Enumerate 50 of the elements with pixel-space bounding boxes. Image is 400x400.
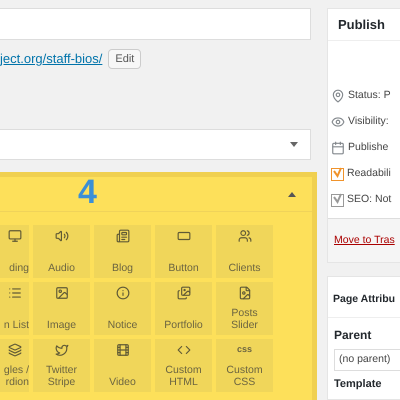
publish-info-text: Publishe (348, 140, 388, 155)
collapse-caret-icon[interactable] (288, 192, 296, 196)
monitor-icon (8, 229, 22, 243)
layers-icon (8, 343, 22, 357)
calendar-icon (331, 140, 345, 154)
element-tile[interactable]: css Custom CSS (216, 339, 273, 392)
publish-info-text: Status: P (348, 88, 391, 103)
element-tile[interactable]: Video (94, 339, 151, 392)
panel-title: Publish (338, 16, 385, 34)
y-logo-icon (331, 166, 344, 180)
element-tile[interactable]: ding (0, 225, 29, 278)
people-icon (238, 229, 252, 243)
element-tile[interactable]: Posts Slider (216, 282, 273, 335)
element-tile[interactable]: n List (0, 282, 29, 335)
element-tile[interactable]: Twitter Stripe (33, 339, 90, 392)
film-icon (116, 343, 130, 357)
element-tile[interactable]: Image (33, 282, 90, 335)
slide-icon (238, 286, 252, 300)
pin-icon (331, 88, 345, 102)
permalink-link[interactable]: ject.org/staff-bios/ (0, 49, 102, 69)
element-tile[interactable]: Portfolio (155, 282, 212, 335)
newspaper-icon (116, 229, 130, 243)
element-tile[interactable]: Button (155, 225, 212, 278)
y-logo-icon (331, 192, 344, 206)
images-icon (176, 286, 190, 300)
bird-icon (54, 343, 68, 357)
info-icon (116, 286, 130, 300)
publish-info-text: Readabili (347, 166, 391, 181)
code-icon (176, 343, 190, 357)
element-tile[interactable]: Notice (94, 282, 151, 335)
step-number: 4 (78, 175, 97, 209)
element-tile[interactable]: Custom HTML (155, 339, 212, 392)
caret-icon (290, 142, 298, 147)
element-tile[interactable]: Blog (94, 225, 151, 278)
image-icon (54, 286, 68, 300)
eye-icon (331, 114, 345, 128)
speaker-icon (54, 229, 68, 243)
parent-select[interactable]: (no parent) (334, 349, 400, 371)
element-tile[interactable]: gles / rdion (0, 339, 29, 392)
edit-button[interactable]: Edit (108, 49, 142, 69)
element-tile[interactable]: Audio (33, 225, 90, 278)
publish-info-text: SEO: Not (347, 192, 392, 207)
css-icon: css (236, 343, 252, 355)
element-tile[interactable]: Clients (216, 225, 273, 278)
template-label: Template (334, 378, 382, 391)
rectangle-icon (176, 229, 190, 243)
panel-title: Page Attribu (333, 292, 396, 307)
publish-info-text: Visibility: (348, 114, 389, 129)
list-icon (8, 286, 22, 300)
parent-label: Parent (334, 327, 372, 344)
